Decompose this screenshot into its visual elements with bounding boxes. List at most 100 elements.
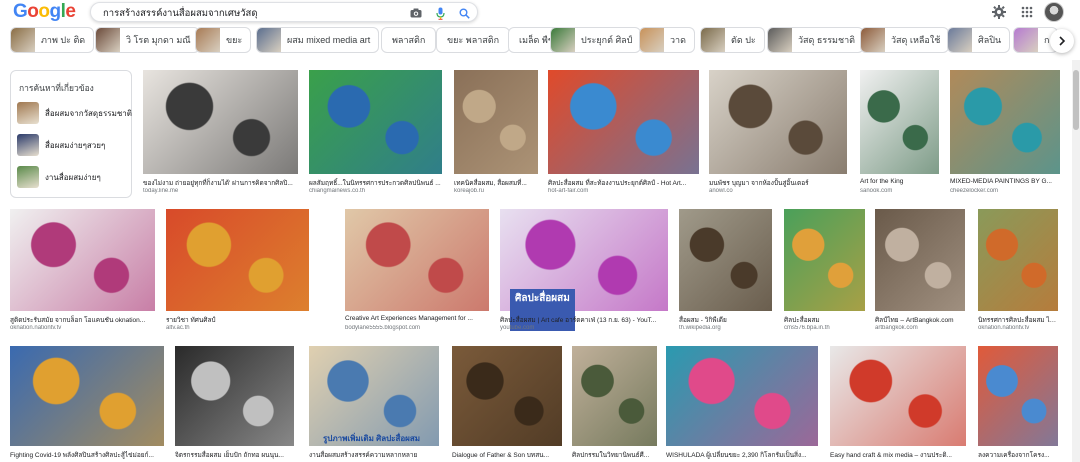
result-image[interactable] [860, 70, 939, 174]
chip-thumbnail [196, 28, 220, 52]
image-result[interactable]: ลงความเครื่องจากโครง... [978, 346, 1058, 462]
gear-icon[interactable] [991, 4, 1007, 20]
chip-label: ขยะ พลาสติก [447, 35, 500, 45]
related-search-item[interactable]: สื่อผสมง่ายๆสวยๆ [17, 133, 129, 157]
image-result[interactable]: Creative Art Experiences Management for … [345, 209, 489, 337]
image-result[interactable]: รูปภาพเพิ่มเติม ศิลปะสื่อผสม งานสื่อผสมสร… [309, 346, 439, 462]
image-result[interactable]: รายวิชา ทัศนศิลป์ altv.ac.th [166, 209, 309, 337]
logo-letter: e [65, 1, 76, 22]
image-result[interactable]: WISHULADA ผู้เปลี่ยนขยะ 2,390 กิโลกรัมเป… [666, 346, 818, 462]
search-input[interactable]: การสร้างสรรค์งานสื่อผสมจากเศษวัสดุ [103, 6, 258, 21]
camera-icon[interactable] [409, 6, 423, 20]
result-image[interactable] [666, 346, 818, 446]
image-result[interactable]: Fighting Covid-19 พลังศิลปินสร้างศิลปะสู… [10, 346, 164, 462]
result-image[interactable] [309, 70, 442, 174]
image-result[interactable]: Easy hand craft & mix media – งานประดิ..… [830, 346, 966, 462]
related-search-item[interactable]: สื่อผสมจากวัสดุธรรมชาติ [17, 101, 132, 125]
image-result[interactable]: Dialogue of Father & Son บทสน... [452, 346, 562, 462]
image-result[interactable]: มนพัชร บุญมา จากห้องปั้นสู่อิ้นเตอร์ anow… [709, 70, 847, 200]
chip-label: ภาพ ปะ ติด [41, 35, 86, 45]
search-icon[interactable] [457, 6, 471, 20]
result-image[interactable] [978, 346, 1058, 446]
image-result[interactable]: ของไม่งาม ถ่ายอยู่ทุกที่ก็งามได้' ผ่านกา… [143, 70, 298, 200]
result-image[interactable] [452, 346, 562, 446]
filter-chip[interactable]: ผสม mixed media art [256, 27, 380, 53]
filter-chip[interactable]: ประยุกต์ ศิลป์ [550, 27, 642, 53]
image-result[interactable]: จิตรกรรมสื่อผสม เย็บปัก ถักทอ ผนนุน... [175, 346, 294, 462]
result-source: koreajob.ru [454, 188, 485, 194]
filter-chip[interactable]: ศิลปิน [947, 27, 1011, 53]
result-image[interactable] [830, 346, 966, 446]
image-result[interactable]: ศิลปะสื่อผสม ศิลปะสื่อผสม | Art cafe อาร์… [500, 209, 668, 337]
image-result[interactable]: สื่อผสม - วิกิพีเดีย th.wikipedia.org [679, 209, 772, 337]
related-search-label: งานสื่อผสมง่ายๆ [45, 172, 101, 182]
related-search-item[interactable]: งานสื่อผสมง่ายๆ [17, 165, 129, 189]
result-caption: Easy hand craft & mix media – งานประดิ..… [830, 452, 952, 459]
result-caption: สื่อผสม - วิกิพีเดีย [679, 317, 727, 324]
filter-chip[interactable]: วัสดุ ธรรมชาติ [767, 27, 864, 53]
result-caption: งานสื่อผสมสร้างสรรค์ความหลากหลาย [309, 452, 418, 459]
result-image[interactable] [166, 209, 309, 311]
related-thumbnail [17, 134, 39, 156]
image-result[interactable]: นิทรรศการศิลปะสื่อผสม ไร้ร... oknation.na… [978, 209, 1058, 337]
search-box[interactable]: การสร้างสรรค์งานสื่อผสมจากเศษวัสดุ [90, 2, 478, 22]
result-image[interactable] [950, 70, 1060, 174]
account-avatar[interactable] [1044, 2, 1064, 22]
top-bar: Google การสร้างสรรค์งานสื่อผสมจากเศษวัสด… [0, 0, 1080, 26]
image-result[interactable]: เทคนิคสื่อผสม, สื่อผสมที่... koreajob.ru [454, 70, 538, 200]
filter-chip[interactable]: วาด [639, 27, 695, 53]
result-image[interactable] [572, 346, 657, 446]
chip-label: พลาสติก [392, 35, 426, 45]
logo-letter: o [27, 1, 39, 22]
chip-label: วิ โรต มุกดา มณี [126, 35, 191, 45]
result-image[interactable] [10, 346, 164, 446]
result-image[interactable] [175, 346, 294, 446]
filter-chip[interactable]: วัสดุ เหลือใช้ [860, 27, 950, 53]
image-result[interactable]: Art for the King sanook.com [860, 70, 939, 200]
chip-thumbnail [861, 28, 885, 52]
result-caption: ศิลปะสื่อผสม ที่สะท้องงานประยุกต์ศิลป์ -… [548, 180, 687, 187]
image-result[interactable]: ศิลปะสื่อผสม ที่สะท้องงานประยุกต์ศิลป์ -… [548, 70, 699, 200]
filter-chip[interactable]: ตัด ปะ [700, 27, 765, 53]
filter-chip[interactable]: ขยะ [195, 27, 252, 53]
google-logo[interactable]: Google [13, 1, 76, 23]
result-caption: Creative Art Experiences Management for … [345, 315, 473, 322]
result-caption: ศิลปกรรมในวิทยานิพนธ์ศี... [572, 452, 650, 459]
chip-thumbnail [257, 28, 281, 52]
image-result[interactable]: ศิลปกรรมในวิทยานิพนธ์ศี... [572, 346, 657, 462]
related-search-label: สื่อผสมจากวัสดุธรรมชาติ [45, 108, 132, 118]
result-caption: มนพัชร บุญมา จากห้องปั้นสู่อิ้นเตอร์ [709, 180, 809, 187]
chip-thumbnail [96, 28, 120, 52]
result-image[interactable] [784, 209, 865, 311]
scrollbar-thumb[interactable] [1073, 70, 1079, 130]
result-source: sanook.com [860, 188, 893, 194]
apps-grid-icon[interactable] [1019, 4, 1035, 20]
image-result[interactable]: สูติดประรับสมัย จากบล็อก โอแคนชัน oknati… [10, 209, 155, 337]
image-result[interactable]: ศิลป์ไทย – ArtBangkok.com artbangkok.com [875, 209, 965, 337]
image-result[interactable]: MIXED-MEDIA PAINTINGS BY G... cheezelocke… [950, 70, 1060, 200]
result-image[interactable] [709, 70, 847, 174]
microphone-icon[interactable] [433, 6, 447, 20]
image-result[interactable]: ผลสัมฤทธิ์...ในนิทรรศการประกวดศิลปนิพนธ์… [309, 70, 442, 200]
result-image[interactable] [309, 346, 439, 446]
result-image[interactable] [548, 70, 699, 174]
filter-chip[interactable]: พลาสติก [381, 27, 437, 53]
result-source: cms576.bpa.in.th [784, 325, 830, 331]
result-image[interactable] [10, 209, 155, 311]
chip-thumbnail [551, 28, 575, 52]
filter-chip[interactable]: วิ โรต มุกดา มณี [95, 27, 200, 53]
result-caption: ลงความเครื่องจากโครง... [978, 452, 1050, 459]
chevron-right-icon[interactable] [1050, 29, 1074, 53]
result-image[interactable] [345, 209, 489, 311]
result-image[interactable] [978, 209, 1058, 311]
result-source: bodylane5555.blogspot.com [345, 325, 421, 331]
result-image[interactable] [454, 70, 538, 174]
filter-chip[interactable]: ขยะ พลาสติก [436, 27, 511, 53]
result-image[interactable] [679, 209, 772, 311]
filter-chip[interactable]: ภาพ ปะ ติด [10, 27, 95, 53]
result-image[interactable] [143, 70, 298, 174]
chip-label: ผสม mixed media art [287, 35, 371, 45]
scrollbar[interactable] [1072, 60, 1080, 462]
result-image[interactable] [875, 209, 965, 311]
image-result[interactable]: ศิลปะสื่อผสม cms576.bpa.in.th [784, 209, 865, 337]
